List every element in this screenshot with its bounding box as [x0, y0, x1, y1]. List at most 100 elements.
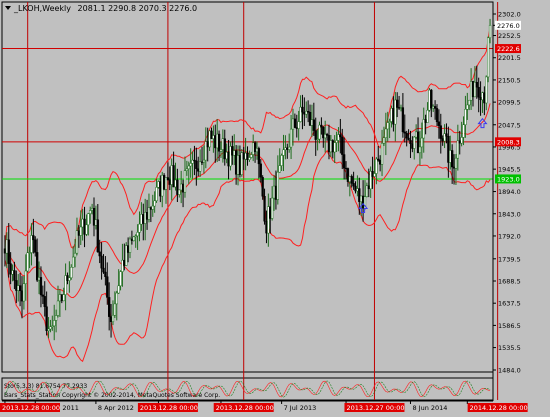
candle-body: [198, 161, 202, 172]
candle-body: [284, 147, 287, 151]
chart-window[interactable]: _LKOH,Weekly 2081.1 2290.8 2070.3 2276.0…: [0, 0, 550, 413]
candle-body: [432, 106, 435, 109]
candle-body: [382, 137, 386, 144]
candle-body: [445, 133, 448, 137]
candle-body: [60, 294, 63, 302]
candle-body: [161, 175, 164, 197]
candle-body: [92, 207, 96, 226]
price-tick-label: 2302.0: [498, 11, 521, 19]
price-chart[interactable]: _LKOH,Weekly 2081.1 2290.8 2070.3 2276.0…: [0, 0, 550, 413]
chart-title: _LKOH,Weekly 2081.1 2290.8 2070.3 2276.0: [13, 4, 197, 13]
candle-body: [15, 280, 18, 291]
candle-body: [269, 206, 272, 219]
candle-body: [43, 296, 46, 307]
candle-body: [464, 109, 467, 126]
candle-body: [270, 197, 274, 219]
candle-body: [297, 121, 300, 129]
candle-body: [456, 140, 459, 159]
candle-body: [109, 316, 113, 323]
price-tick-label: 2201.5: [498, 54, 521, 62]
candle-body: [155, 187, 158, 202]
candle-body: [164, 177, 168, 190]
candle-body: [242, 152, 245, 160]
candle-body: [449, 150, 452, 163]
indicator-copyright-label: Bars_Stats_Station Copyright © 2002-2014…: [4, 392, 220, 399]
candle-body: [452, 166, 456, 169]
candle-body: [392, 108, 395, 125]
price-tick-label: 1843.0: [498, 210, 521, 218]
candle-body: [473, 81, 477, 98]
candle-body: [301, 106, 304, 113]
candle-body: [233, 150, 236, 156]
candle-body: [81, 218, 84, 228]
candle-body: [37, 277, 41, 281]
candle-body: [306, 111, 310, 113]
current-price-marker: 2276.0: [495, 20, 521, 30]
candle-body: [487, 37, 490, 78]
candle-body: [100, 255, 103, 269]
candle-body: [18, 285, 22, 292]
candle-body: [7, 239, 10, 264]
candle-body: [439, 125, 442, 139]
candle-body: [229, 146, 232, 167]
candle-body: [17, 285, 20, 291]
candle-body: [316, 138, 319, 141]
candle-body: [68, 277, 71, 281]
candle-body: [128, 238, 132, 253]
candle-body: [197, 168, 200, 172]
candle-body: [227, 151, 230, 167]
candle-body: [58, 294, 62, 302]
candle-body: [414, 131, 418, 138]
candle-body: [312, 119, 315, 131]
candle-body: [90, 207, 94, 211]
candle-body: [5, 239, 8, 254]
candle-body: [308, 111, 312, 126]
candle-body: [407, 137, 410, 141]
candle-body: [267, 206, 270, 234]
candle-body: [488, 25, 492, 39]
candle-body: [234, 150, 238, 175]
candle-body: [344, 167, 348, 170]
date-tick-label: 8 Apr 2012: [98, 404, 134, 412]
candle-body: [257, 148, 261, 165]
date-marker-label: 2013.12.27 00:00: [346, 404, 404, 412]
candle-body: [250, 154, 253, 158]
candle-body: [36, 252, 39, 281]
candle-body: [144, 212, 147, 224]
candle-body: [416, 131, 420, 154]
candle-body: [396, 99, 399, 108]
candle-body: [62, 294, 65, 302]
candle-body: [157, 181, 160, 188]
candle-body: [377, 158, 380, 161]
candle-body: [145, 212, 149, 220]
candle-body: [54, 315, 58, 321]
candle-body: [483, 92, 486, 104]
candle-body: [210, 130, 213, 139]
candle-body: [96, 219, 99, 253]
candle-body: [378, 159, 382, 165]
candle-body: [202, 159, 206, 163]
candle-body: [206, 141, 209, 148]
candle-body: [216, 133, 219, 149]
candle-body: [342, 154, 346, 169]
candle-body: [413, 136, 416, 149]
candle-body: [451, 150, 454, 168]
candle-body: [460, 137, 463, 144]
candle-body: [288, 146, 291, 150]
candle-body: [274, 185, 278, 200]
candle-body: [151, 205, 154, 210]
candle-body: [435, 108, 439, 123]
candle-body: [471, 81, 475, 98]
candle-body: [291, 118, 295, 130]
candle-body: [204, 141, 207, 161]
candle-body: [72, 256, 75, 268]
candle-body: [214, 135, 217, 149]
candle-body: [49, 326, 52, 330]
candle-body: [420, 137, 423, 148]
candle-body: [401, 107, 405, 133]
candle-body: [303, 111, 306, 115]
candle-body: [365, 185, 369, 197]
candle-body: [299, 106, 302, 122]
candle-body: [371, 171, 374, 177]
price-tick-label: 1945.5: [498, 166, 521, 174]
